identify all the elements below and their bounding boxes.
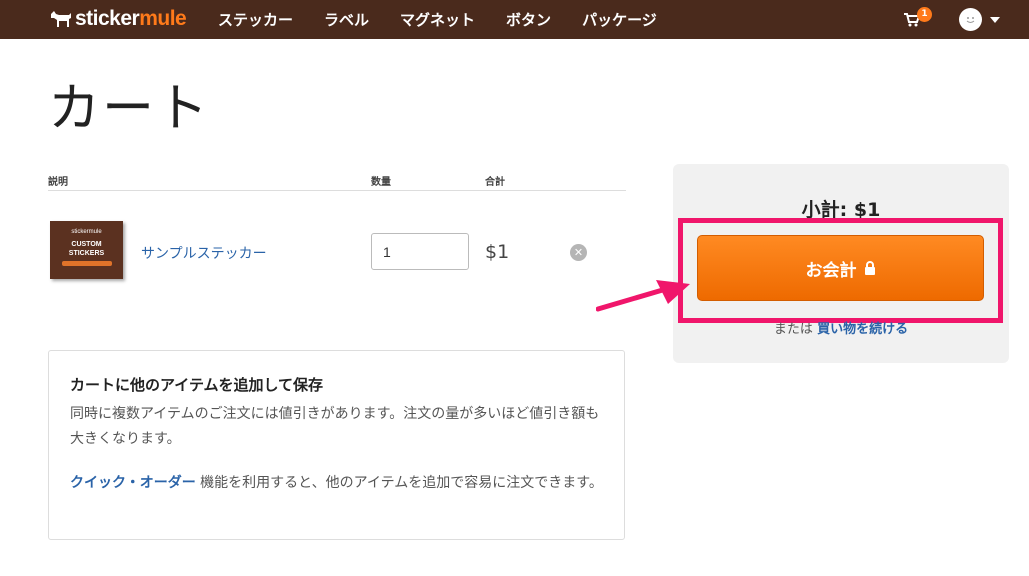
product-thumbnail[interactable]: stickermule CUSTOM STICKERS [50,221,123,279]
nav-item-buttons[interactable]: ボタン [506,9,551,30]
info-paragraph: 同時に複数アイテムのご注文には値引きがあります。注文の量が多いほど値引き額も大き… [70,406,600,447]
line-total: $1 [485,241,510,263]
thumbnail-text-stickers: STICKERS [68,250,105,257]
nav-item-packaging[interactable]: パッケージ [582,9,657,30]
quantity-input[interactable] [371,233,469,270]
nav-item-labels[interactable]: ラベル [324,9,369,30]
user-menu-caret-icon[interactable] [990,17,1000,23]
mule-logo-icon [51,11,71,27]
continue-shopping-row: または 買い物を続ける [673,318,1009,337]
remove-item-icon[interactable]: ✕ [570,244,587,261]
quick-order-paragraph: クイック・オーダー 機能を利用すると、他のアイテムを追加で容易に注文できます。 [70,471,610,496]
checkout-button[interactable]: お会計 [697,235,984,301]
thumbnail-brand: stickermule [71,229,102,235]
continue-shopping-link[interactable]: 買い物を続ける [817,322,908,337]
logo-text-mule: mule [139,7,187,30]
quick-order-link[interactable]: クイック・オーダー [70,475,196,491]
quick-order-text: 機能を利用すると、他のアイテムを追加で容易に注文できます。 [195,475,603,491]
info-title: カートに他のアイテムを追加して保存 [70,376,324,394]
cart-link[interactable]: 1 [904,7,934,29]
checkout-label: お会計 [805,260,857,281]
top-navbar: sticker mule ステッカー ラベル マグネット ボタン パッケージ 1 [0,0,1029,39]
lock-icon [864,261,875,275]
main-nav: ステッカー ラベル マグネット ボタン パッケージ [218,0,688,39]
nav-item-stickers[interactable]: ステッカー [218,9,293,30]
column-header-quantity: 数量 [371,177,391,188]
smiley-icon [966,17,975,23]
cart-count-badge: 1 [917,7,932,22]
thumbnail-ribbon [61,261,112,266]
header-divider [48,190,626,191]
column-header-total: 合計 [485,177,505,188]
nav-item-magnets[interactable]: マグネット [400,9,475,30]
column-header-description: 説明 [48,177,68,188]
or-text: または [773,322,818,337]
stickermule-logo[interactable]: sticker mule [50,7,187,31]
user-avatar[interactable] [959,8,982,31]
thumbnail-text-custom: CUSTOM [71,241,102,248]
product-name-link[interactable]: サンプルステッカー [141,243,267,263]
pointer-arrow [596,280,690,312]
page-title: カート [48,79,211,139]
logo-text-sticker: sticker [75,7,140,30]
